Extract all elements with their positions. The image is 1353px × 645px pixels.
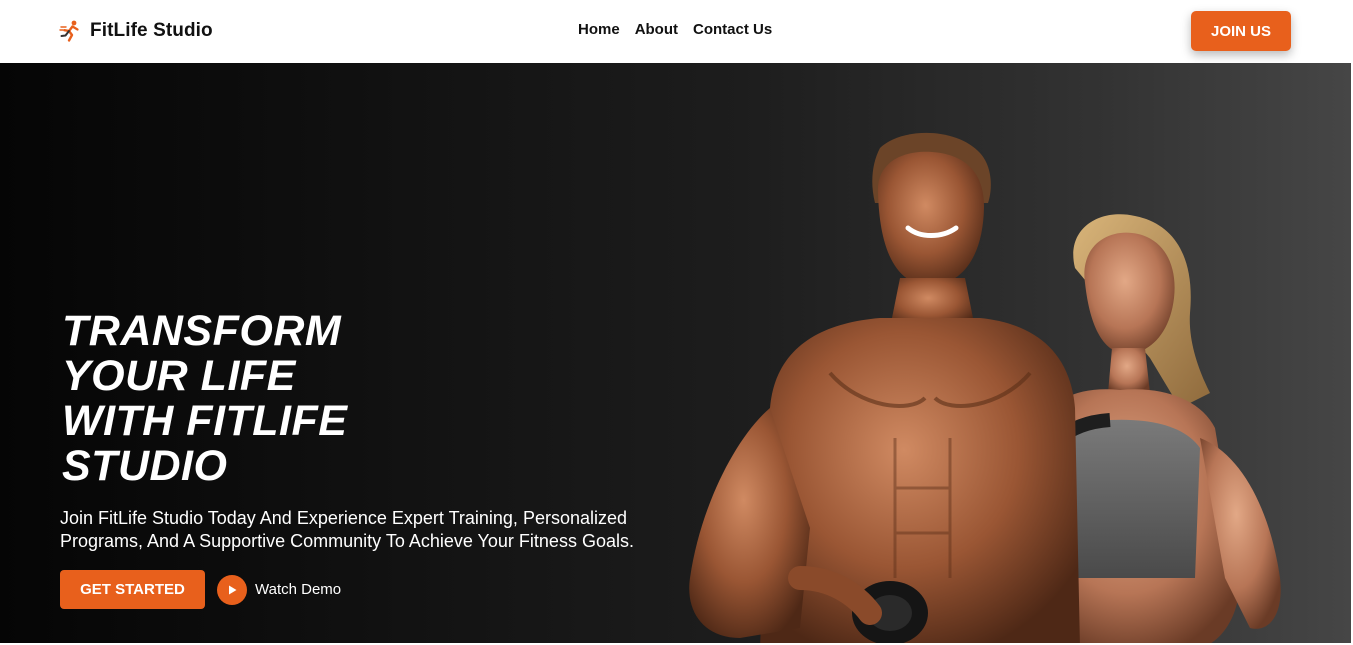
hero-fitness-couple-image: [689, 132, 1281, 643]
running-figure-icon: [59, 20, 79, 42]
play-icon: [217, 574, 247, 605]
main-nav: Home About Contact Us: [578, 21, 772, 38]
nav-link-contact-us[interactable]: Contact Us: [693, 21, 772, 38]
hero-section: TRANSFORM YOUR LIFE WITH FITLIFE STUDIO …: [0, 63, 1351, 643]
watch-demo-button[interactable]: Watch Demo: [217, 574, 342, 605]
hero-title-line: YOUR LIFE: [62, 352, 296, 400]
hero-subtitle: Join FitLife Studio Today And Experience…: [60, 508, 634, 551]
brand[interactable]: FitLife Studio: [59, 17, 213, 45]
hero-title-line: TRANSFORM: [62, 307, 342, 355]
nav-link-about[interactable]: About: [635, 21, 678, 38]
hero-cta-row: GET STARTED Watch Demo: [60, 570, 341, 609]
get-started-button[interactable]: GET STARTED: [60, 570, 205, 609]
top-navbar: FitLife Studio Home About Contact Us JOI…: [0, 0, 1353, 63]
nav-link-home[interactable]: Home: [578, 21, 620, 38]
hero-title-line: STUDIO: [62, 442, 228, 490]
join-us-button[interactable]: JOIN US: [1191, 11, 1291, 51]
hero-title-line: WITH FITLIFE: [62, 397, 348, 445]
hero-title: TRANSFORM YOUR LIFE WITH FITLIFE STUDIO: [62, 309, 482, 489]
watch-demo-label: Watch Demo: [255, 581, 342, 598]
brand-name: FitLife Studio: [90, 20, 213, 41]
